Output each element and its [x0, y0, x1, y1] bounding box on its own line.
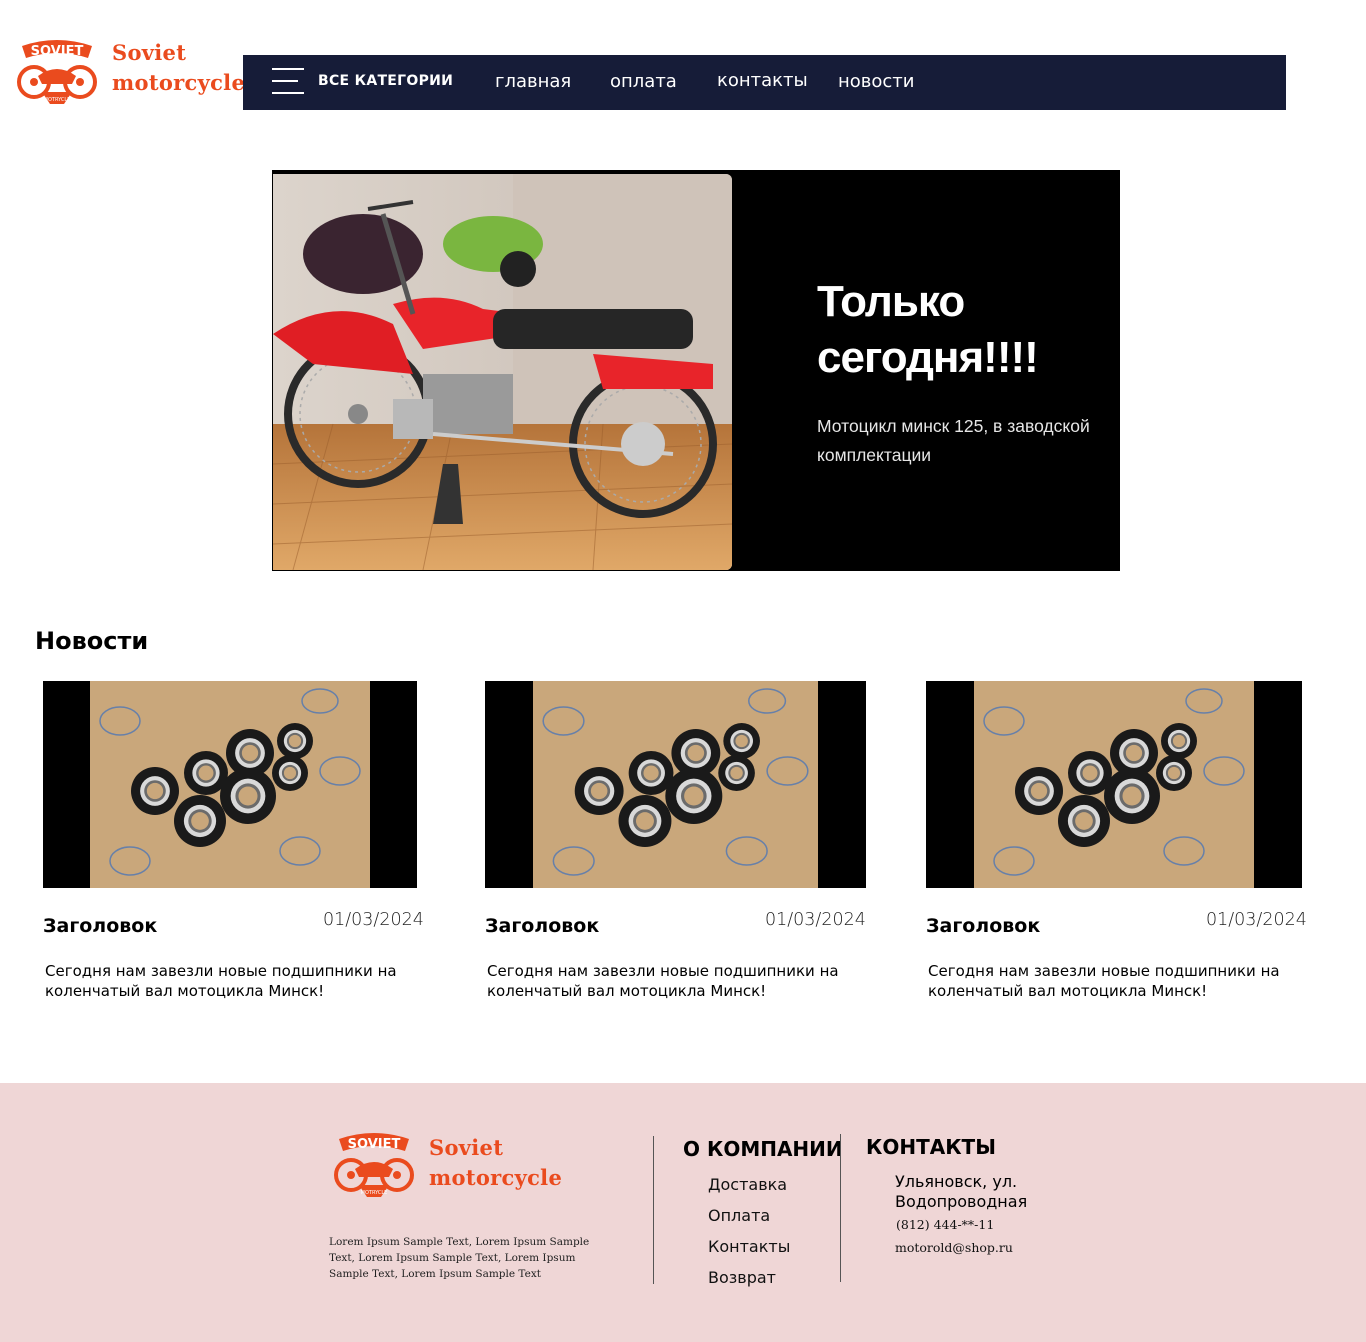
- hero-subtitle: Мотоцикл минск 125, в заводской комплект…: [817, 416, 1090, 465]
- nav-link-news[interactable]: новости: [838, 71, 914, 92]
- hero-banner[interactable]: Только сегодня!!!! Мотоцикл минск 125, в…: [272, 170, 1120, 571]
- svg-text:MOTRYCLE: MOTRYCLE: [44, 97, 71, 103]
- news-card-image[interactable]: [43, 681, 417, 888]
- footer-link-payment[interactable]: Оплата: [708, 1206, 770, 1225]
- site-logo[interactable]: SOVIET MOTRYCLE Soviet motorcycle: [12, 32, 245, 112]
- footer-phone[interactable]: (812) 444-**-11: [896, 1217, 994, 1232]
- all-categories-button[interactable]: ВСЕ КАТЕГОРИИ: [318, 73, 453, 89]
- news-card-title[interactable]: Заголовок: [43, 915, 157, 937]
- footer-divider: [840, 1134, 841, 1282]
- footer-contacts-heading: КОНТАКТЫ: [866, 1135, 996, 1159]
- svg-text:SOVIET: SOVIET: [31, 44, 84, 59]
- logo-wordmark: Soviet motorcycle: [112, 38, 245, 98]
- svg-text:MOTRYCLE: MOTRYCLE: [361, 1190, 388, 1196]
- footer-logo-wordmark: Soviet motorcycle: [429, 1133, 562, 1193]
- news-card-image[interactable]: [926, 681, 1302, 888]
- news-card-date: 01/03/2024: [1206, 910, 1307, 930]
- news-section-heading: Новости: [35, 627, 149, 655]
- news-card-title[interactable]: Заголовок: [926, 915, 1040, 937]
- news-card-text: Сегодня нам завезли новые подшипники на …: [45, 962, 397, 1000]
- footer-link-returns[interactable]: Возврат: [708, 1268, 776, 1287]
- menu-icon[interactable]: [272, 68, 304, 94]
- footer-link-delivery[interactable]: Доставка: [708, 1175, 787, 1194]
- news-card[interactable]: Заголовок 01/03/2024 Сегодня нам завезли н…: [485, 681, 866, 1011]
- logo-line-2: motorcycle: [112, 70, 246, 95]
- hero-title: Только сегодня!!!!: [817, 277, 1039, 382]
- footer-link-contacts[interactable]: Контакты: [708, 1237, 790, 1256]
- nav-link-contacts[interactable]: контакты: [717, 70, 808, 91]
- main-navbar: ВСЕ КАТЕГОРИИ главная оплата контакты но…: [243, 55, 1286, 110]
- svg-text:SOVIET: SOVIET: [348, 1137, 401, 1152]
- news-card-text: Сегодня нам завезли новые подшипники на …: [928, 962, 1280, 1000]
- logo-emblem-icon: SOVIET MOTRYCLE: [17, 40, 97, 104]
- nav-link-home[interactable]: главная: [495, 71, 571, 92]
- footer-address: Ульяновск, ул. Водопроводная: [895, 1172, 1028, 1211]
- footer-logo-line-1: Soviet: [429, 1135, 504, 1160]
- footer-email[interactable]: motorold@shop.ru: [895, 1240, 1013, 1255]
- news-card[interactable]: Заголовок 01/03/2024 Сегодня нам завезли н…: [43, 681, 424, 1011]
- hero-motorcycle-image: [273, 174, 732, 570]
- news-card-date: 01/03/2024: [765, 910, 866, 930]
- footer-logo[interactable]: SOVIET MOTRYCLE Soviet motorcycle: [329, 1125, 569, 1205]
- site-footer: SOVIET MOTRYCLE Soviet motorcycle Lorem …: [0, 1083, 1366, 1342]
- news-card-image[interactable]: [485, 681, 866, 888]
- footer-divider: [653, 1136, 654, 1284]
- footer-description: Lorem Ipsum Sample Text, Lorem Ipsum Sam…: [329, 1236, 590, 1280]
- nav-link-payment[interactable]: оплата: [610, 71, 677, 92]
- news-card-title[interactable]: Заголовок: [485, 915, 599, 937]
- news-card[interactable]: Заголовок 01/03/2024 Сегодня нам завезли н…: [926, 681, 1307, 1011]
- logo-line-1: Soviet: [112, 40, 187, 65]
- footer-company-heading: О КОМПАНИИ: [683, 1137, 843, 1161]
- news-card-date: 01/03/2024: [323, 910, 424, 930]
- footer-logo-emblem-icon: SOVIET MOTRYCLE: [334, 1133, 414, 1197]
- footer-logo-line-2: motorcycle: [429, 1165, 563, 1190]
- news-card-text: Сегодня нам завезли новые подшипники на …: [487, 962, 839, 1000]
